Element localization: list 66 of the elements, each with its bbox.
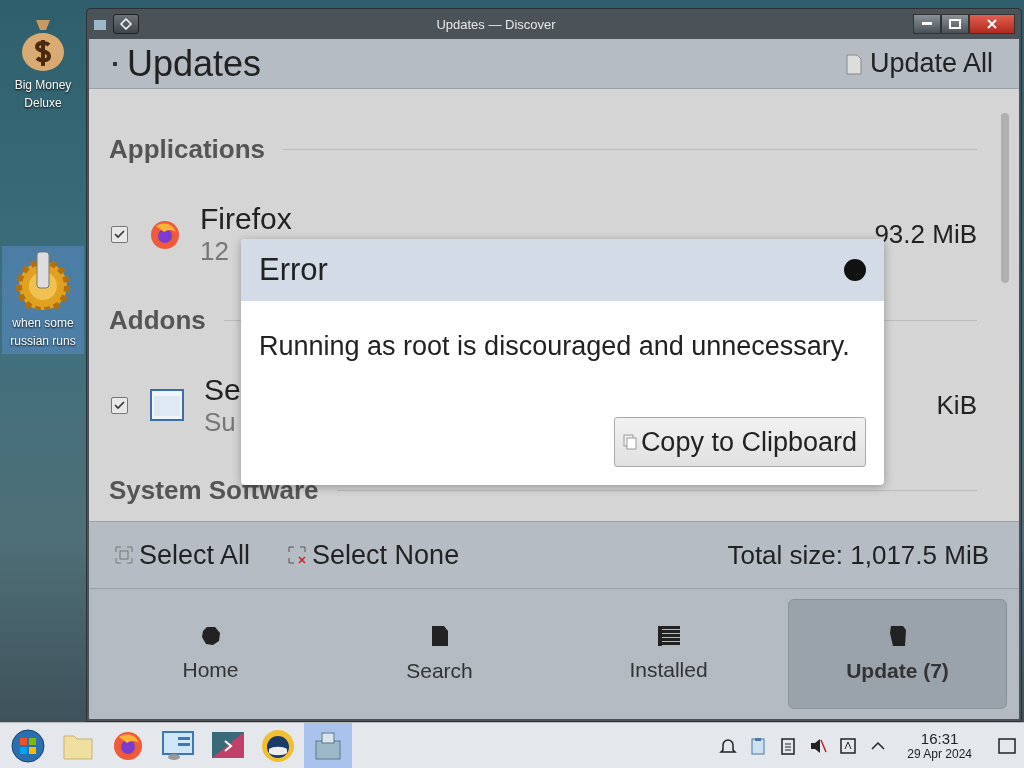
checkbox[interactable] bbox=[111, 226, 128, 244]
maximize-button[interactable] bbox=[941, 14, 969, 34]
select-none-icon bbox=[288, 546, 307, 564]
page-title: Updates bbox=[127, 42, 262, 85]
clipboard-icon[interactable] bbox=[749, 736, 768, 755]
dialog-title: Error bbox=[259, 252, 328, 288]
search-icon bbox=[430, 625, 449, 647]
bell-icon[interactable] bbox=[719, 736, 738, 755]
update-size: KiB bbox=[936, 389, 977, 421]
media-icon bbox=[211, 730, 245, 761]
select-all-icon bbox=[115, 546, 133, 564]
checkbox[interactable] bbox=[111, 396, 128, 414]
list-icon bbox=[657, 626, 680, 646]
document-icon bbox=[845, 52, 862, 75]
scrollbar[interactable] bbox=[1001, 113, 1009, 283]
firefox-icon bbox=[113, 730, 143, 761]
window-icon bbox=[150, 389, 184, 422]
update-all-button[interactable]: Update All bbox=[845, 48, 993, 79]
home-icon bbox=[200, 626, 221, 646]
clock[interactable]: 16:31 29 Apr 2024 bbox=[907, 730, 972, 761]
update-name: Firefox bbox=[200, 202, 292, 237]
package-icon bbox=[313, 730, 343, 761]
update-name: Se bbox=[204, 372, 241, 407]
clock-date: 29 Apr 2024 bbox=[907, 747, 972, 761]
nav-tab[interactable]: Installed bbox=[559, 599, 778, 709]
select-none-button[interactable]: Select None bbox=[288, 539, 460, 571]
close-button[interactable] bbox=[844, 259, 866, 281]
error-message: Running as root is discouraged and unnecessary. bbox=[258, 330, 851, 362]
select-all-button[interactable]: Select All bbox=[115, 539, 251, 571]
section-heading: Addons bbox=[109, 304, 206, 336]
copy-icon bbox=[622, 434, 637, 450]
start-orb-icon bbox=[11, 728, 45, 763]
sun-globe-icon bbox=[261, 728, 295, 763]
checkmark-icon bbox=[114, 400, 125, 410]
firefox-icon bbox=[150, 219, 180, 250]
clock-time: 16:31 bbox=[920, 730, 959, 747]
checkmark-icon bbox=[114, 230, 125, 240]
window-menu-button[interactable] bbox=[113, 14, 139, 34]
nav-tab[interactable]: Search bbox=[330, 599, 549, 709]
diamond-icon bbox=[120, 18, 132, 30]
update-icon bbox=[888, 625, 907, 647]
section-heading: Applications bbox=[109, 133, 265, 165]
window-title: Updates — Discover bbox=[435, 16, 557, 32]
nav-tab[interactable]: Update (7) bbox=[788, 599, 1007, 709]
muted-speaker-icon[interactable] bbox=[809, 736, 828, 755]
copy-button[interactable]: Copy to Clipboard bbox=[613, 417, 866, 467]
maximize-icon bbox=[949, 19, 961, 29]
total-size: Total size: 1,017.5 MiB bbox=[727, 539, 989, 571]
show-desktop-icon[interactable] bbox=[998, 737, 1016, 754]
close-icon bbox=[987, 19, 997, 29]
desktop-icon-label: Big Money Deluxe bbox=[13, 77, 73, 112]
desktop-icon[interactable]: when some russian runs bbox=[2, 246, 84, 354]
minimize-icon bbox=[922, 22, 932, 26]
app-icon bbox=[93, 17, 107, 31]
notes-icon[interactable] bbox=[779, 736, 798, 755]
close-button[interactable] bbox=[969, 14, 1015, 34]
nav-tab[interactable]: Home bbox=[101, 599, 320, 709]
minimize-button[interactable] bbox=[913, 14, 941, 34]
update-description: 12 bbox=[200, 236, 229, 268]
monitor-icon bbox=[162, 730, 194, 761]
keyboard-layout-icon[interactable] bbox=[839, 736, 858, 755]
bullet-icon bbox=[113, 61, 117, 66]
desktop-icon[interactable]: Big Money Deluxe bbox=[2, 12, 84, 116]
desktop-icon-label: when some russian runs bbox=[9, 315, 77, 350]
section-heading: System Software bbox=[109, 475, 319, 507]
update-description: Su bbox=[204, 406, 236, 438]
